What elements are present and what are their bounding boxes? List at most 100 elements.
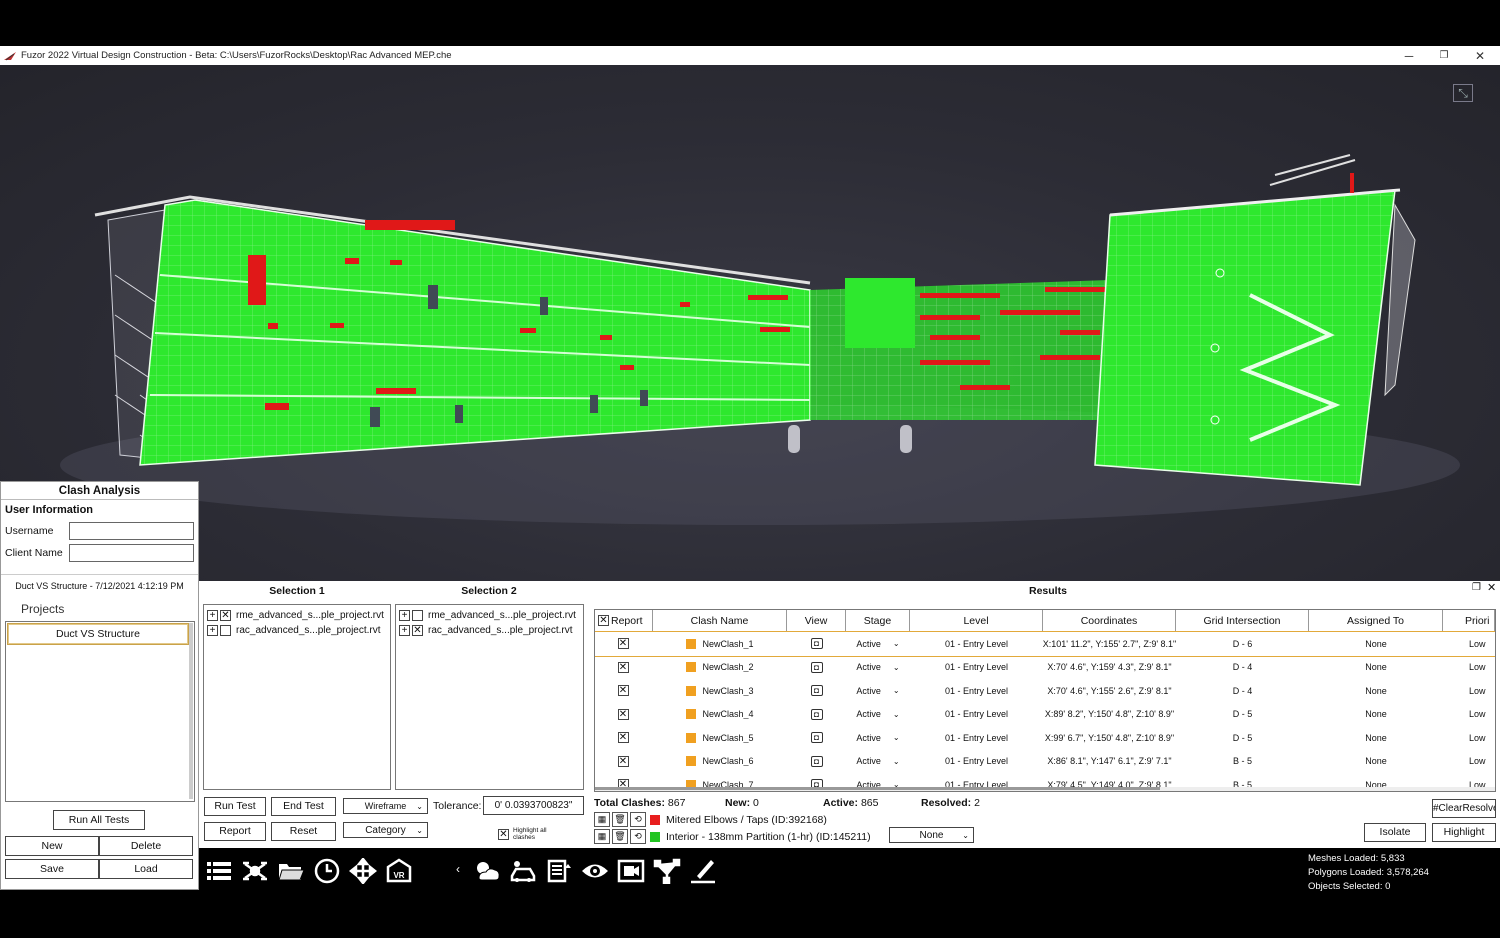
list-item[interactable]: + ✕ rme_advanced_s...ple_project.rvt <box>204 608 390 623</box>
report-checkbox[interactable]: ✕ <box>617 685 629 697</box>
vehicle-icon[interactable] <box>509 858 537 884</box>
table-row[interactable]: ✕ NewClash_1 ◘ Active ⌄ 01 - Entry Level X:101… <box>595 631 1495 657</box>
camera-icon[interactable]: ◘ <box>810 661 823 673</box>
clash-element-a[interactable]: ▦ 🗑 ⟲ Mitered Elbows / Taps (ID:392168) <box>594 812 827 827</box>
pencil-icon[interactable] <box>689 858 717 884</box>
col-view[interactable]: View <box>787 610 846 631</box>
list-item[interactable]: + rac_advanced_s...ple_project.rvt <box>204 623 390 638</box>
camera-icon[interactable]: ◘ <box>810 708 823 720</box>
zoom-to-icon[interactable]: ⟲ <box>630 812 646 827</box>
camera-icon[interactable]: ◘ <box>810 732 823 744</box>
collapse-view-icon[interactable]: ⤡ <box>1453 84 1473 102</box>
vr-icon[interactable]: VR <box>385 858 413 884</box>
load-button[interactable]: Load <box>99 859 193 879</box>
col-grid-intersection[interactable]: Grid Intersection <box>1176 610 1309 631</box>
tolerance-input[interactable]: 0' 0.0393700823" <box>483 796 584 815</box>
close-panel-icon[interactable]: ✕ <box>1487 581 1496 594</box>
group-by-select[interactable]: Category ⌄ <box>343 822 428 838</box>
col-priority[interactable]: Priori <box>1443 610 1495 631</box>
reset-button[interactable]: Reset <box>271 822 336 841</box>
checkbox[interactable] <box>220 625 231 636</box>
checkbox[interactable] <box>412 610 423 621</box>
video-icon[interactable] <box>617 858 645 884</box>
col-stage[interactable]: Stage <box>846 610 910 631</box>
trash-icon[interactable]: 🗑 <box>612 829 628 844</box>
restore-button[interactable]: ❐ <box>1427 46 1461 65</box>
filmstrip-icon[interactable]: ▦ <box>594 812 610 827</box>
expand-icon[interactable]: + <box>207 625 218 636</box>
col-assigned-to[interactable]: Assigned To <box>1309 610 1443 631</box>
grid-value: D - 4 <box>1232 662 1253 673</box>
chevron-down-icon[interactable]: ⌄ <box>893 757 900 766</box>
chevron-down-icon[interactable]: ⌄ <box>893 733 900 742</box>
close-button[interactable]: ✕ <box>1463 46 1497 65</box>
drone-icon[interactable] <box>241 858 269 884</box>
client-name-input[interactable] <box>69 544 194 562</box>
clash-element-b[interactable]: ▦ 🗑 ⟲ Interior - 138mm Partition (1-hr) … <box>594 829 871 844</box>
col-level[interactable]: Level <box>910 610 1043 631</box>
network-icon[interactable] <box>653 858 681 884</box>
list-icon[interactable] <box>205 858 233 884</box>
assign-to-select[interactable]: None ⌄ <box>889 827 974 843</box>
undock-icon[interactable]: ❐ <box>1472 582 1481 593</box>
col-report[interactable]: ✕ Report <box>595 610 653 631</box>
project-item[interactable]: Duct VS Structure <box>7 623 189 645</box>
new-button[interactable]: New <box>5 836 99 856</box>
table-row[interactable]: ✕ NewClash_4 ◘ Active ⌄ 01 - Entry Level X:89'… <box>595 703 1495 727</box>
run-test-button[interactable]: Run Test <box>204 797 266 816</box>
col-coordinates[interactable]: Coordinates <box>1043 610 1176 631</box>
move-icon[interactable] <box>349 858 377 884</box>
expand-icon[interactable]: + <box>399 610 410 621</box>
report-checkbox[interactable]: ✕ <box>617 708 629 720</box>
checkbox[interactable]: ✕ <box>220 610 231 621</box>
clear-resolved-button[interactable]: #ClearResolve <box>1432 799 1496 818</box>
run-all-tests-button[interactable]: Run All Tests <box>53 810 145 830</box>
trash-icon[interactable]: 🗑 <box>612 812 628 827</box>
isolate-button[interactable]: Isolate <box>1364 823 1426 842</box>
expand-icon[interactable]: + <box>207 610 218 621</box>
horizontal-scrollbar[interactable] <box>595 787 1495 791</box>
projects-scrollbar[interactable] <box>189 623 193 799</box>
report-checkbox[interactable]: ✕ <box>617 638 629 650</box>
filmstrip-icon[interactable]: ▦ <box>594 829 610 844</box>
camera-icon[interactable]: ◘ <box>810 685 823 697</box>
chevron-down-icon[interactable]: ⌄ <box>893 686 900 695</box>
table-row[interactable]: ✕ NewClash_3 ◘ Active ⌄ 01 - Entry Level X:70'… <box>595 679 1495 703</box>
chevron-down-icon[interactable]: ⌄ <box>893 710 900 719</box>
camera-icon[interactable]: ◘ <box>810 638 823 650</box>
weather-icon[interactable] <box>473 858 501 884</box>
stage-value: Active <box>856 709 881 720</box>
eye-icon[interactable] <box>581 858 609 884</box>
save-button[interactable]: Save <box>5 859 99 879</box>
minimize-button[interactable]: ─ <box>1392 46 1426 65</box>
report-checkbox[interactable]: ✕ <box>617 661 629 673</box>
table-row[interactable]: ✕ NewClash_5 ◘ Active ⌄ 01 - Entry Level X:99'… <box>595 726 1495 750</box>
report-button[interactable]: Report <box>204 822 266 841</box>
list-item[interactable]: + rme_advanced_s...ple_project.rvt <box>396 608 583 623</box>
chevron-left-icon[interactable]: ‹ <box>456 862 460 876</box>
clock-icon[interactable] <box>313 858 341 884</box>
table-row[interactable]: ✕ NewClash_2 ◘ Active ⌄ 01 - Entry Level X:70'… <box>595 656 1495 680</box>
highlight-all-checkbox[interactable]: ✕ Highlight all clashes <box>498 827 557 841</box>
zoom-to-icon[interactable]: ⟲ <box>630 829 646 844</box>
table-body: ✕ NewClash_1 ◘ Active ⌄ 01 - Entry Level X:101… <box>595 631 1495 791</box>
list-item[interactable]: + ✕ rac_advanced_s...ple_project.rvt <box>396 623 583 638</box>
3d-viewport[interactable]: ⤡ <box>0 65 1500 581</box>
table-row[interactable]: ✕ NewClash_6 ◘ Active ⌄ 01 - Entry Level X:86'… <box>595 750 1495 774</box>
report-checkbox[interactable]: ✕ <box>617 755 629 767</box>
col-clash-name[interactable]: Clash Name <box>653 610 787 631</box>
highlight-button[interactable]: Highlight <box>1432 823 1496 842</box>
chevron-down-icon[interactable]: ⌄ <box>893 663 900 672</box>
end-test-button[interactable]: End Test <box>271 797 336 816</box>
checkbox[interactable]: ✕ <box>412 625 423 636</box>
expand-icon[interactable]: + <box>399 625 410 636</box>
folder-icon[interactable] <box>277 858 305 884</box>
camera-icon[interactable]: ◘ <box>810 755 823 767</box>
username-input[interactable] <box>69 522 194 540</box>
delete-button[interactable]: Delete <box>99 836 193 856</box>
document-icon[interactable] <box>545 858 573 884</box>
assigned-value: None <box>1365 685 1387 696</box>
chevron-down-icon[interactable]: ⌄ <box>893 639 900 648</box>
report-checkbox[interactable]: ✕ <box>617 732 629 744</box>
render-mode-select[interactable]: Wireframe ⌄ <box>343 798 428 814</box>
